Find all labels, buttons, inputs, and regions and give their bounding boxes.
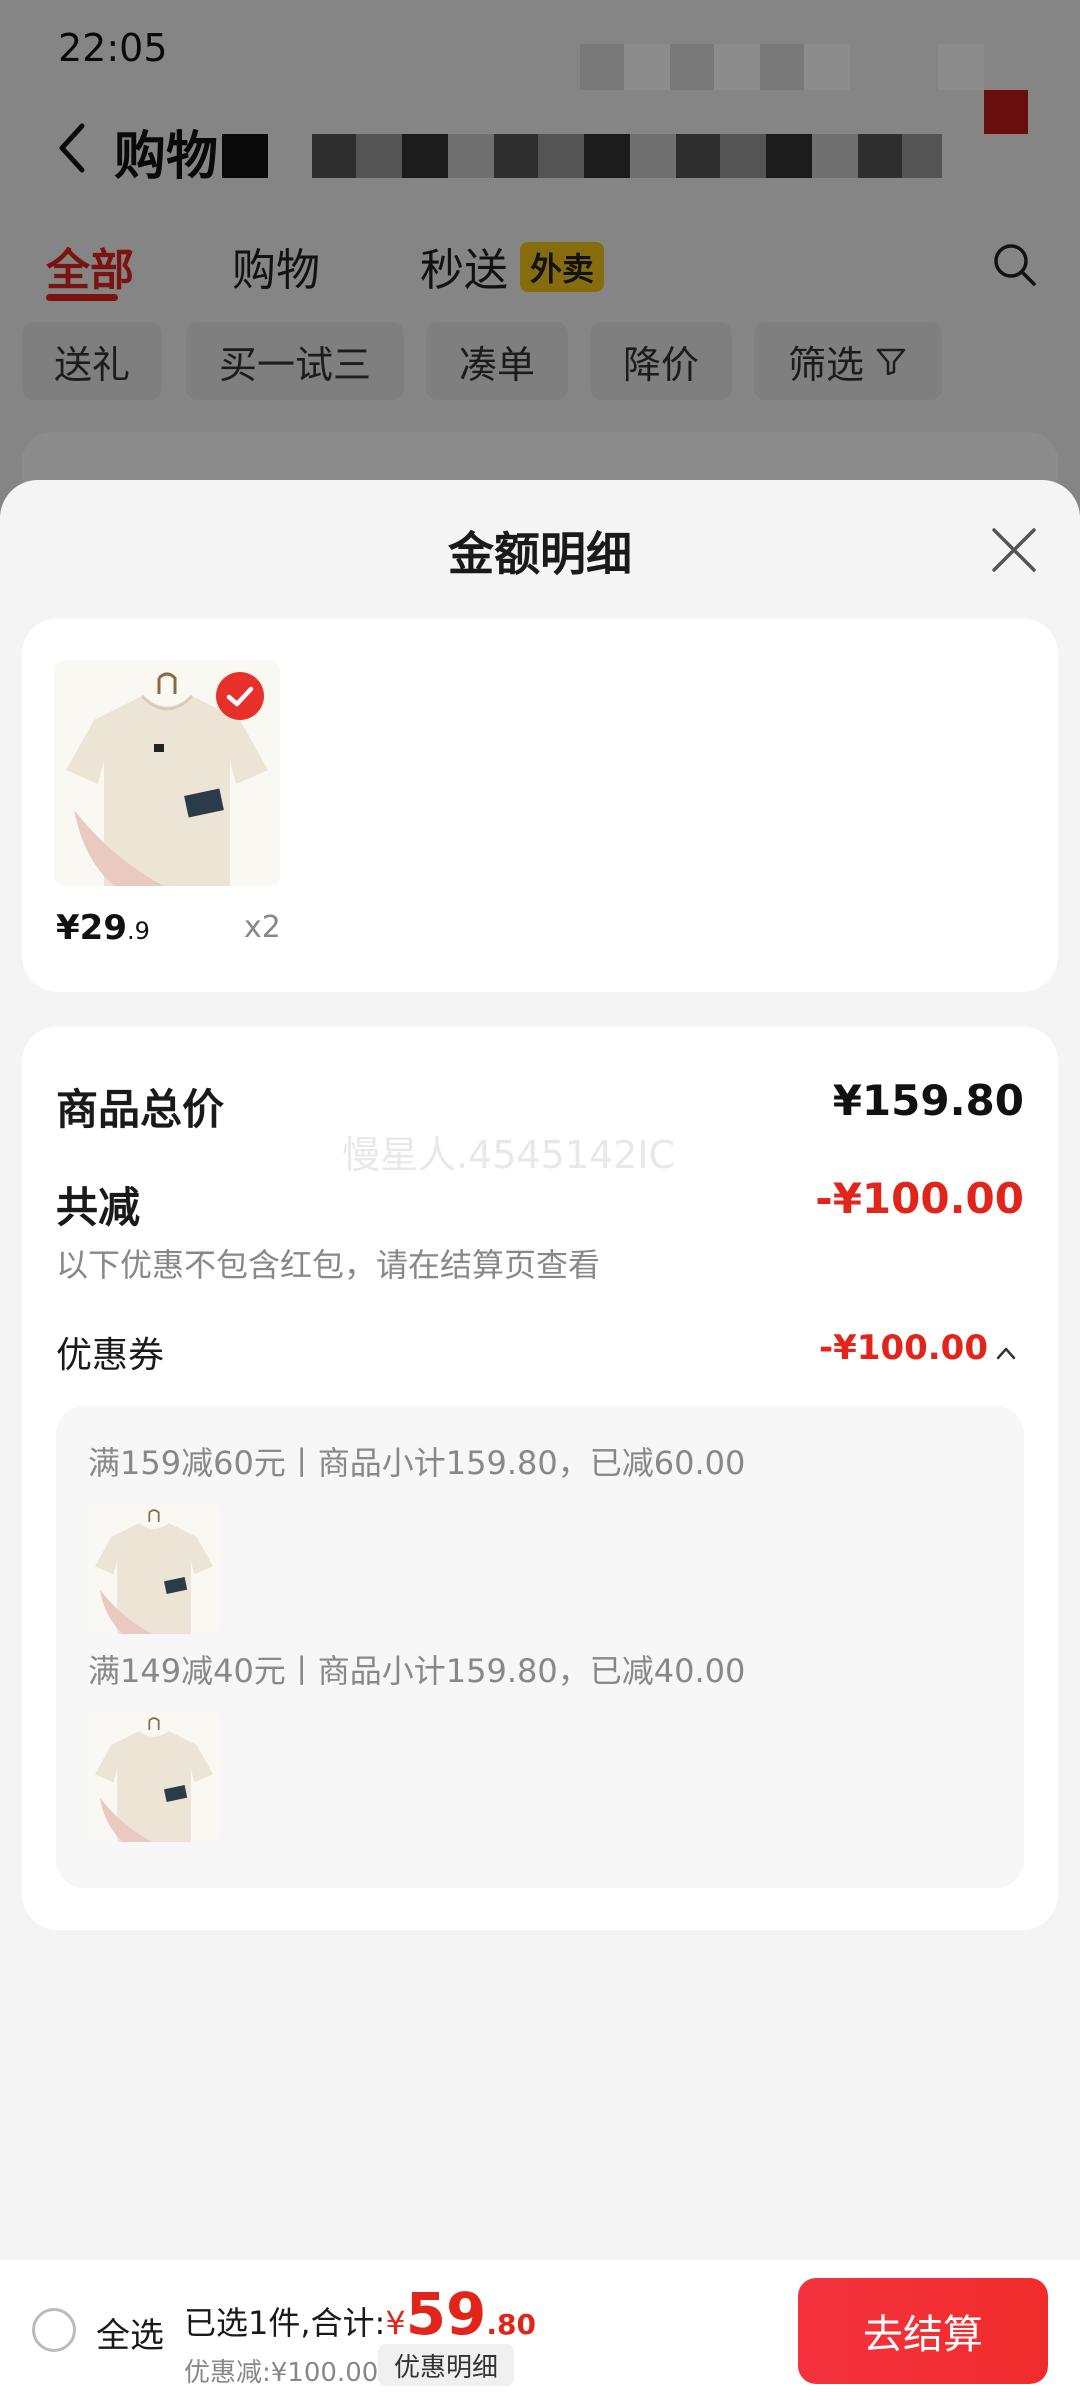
- coupon-product-thumb: [88, 1502, 220, 1634]
- total-yen: ¥: [385, 2304, 406, 2342]
- discount-detail-label: 优惠明细: [394, 2352, 499, 2383]
- coupon-label: 优惠券: [56, 1335, 165, 1376]
- total-value: ¥159.80: [832, 1076, 1024, 1125]
- coupon-line: 满149减40元丨商品小计159.80，已减40.00: [88, 1652, 746, 1690]
- watermark: 慢星人.4545142IC: [342, 1133, 676, 1177]
- coupon-product-thumb: [88, 1710, 220, 1842]
- reduce-label: 共减: [56, 1183, 141, 1232]
- coupon-line: 满159减60元丨商品小计159.80，已减60.00: [88, 1444, 746, 1482]
- price-dec: .9: [126, 917, 150, 945]
- total-label: 商品总价: [56, 1085, 225, 1134]
- tshirt-image: [88, 1710, 220, 1842]
- total-dec: .80: [486, 2308, 537, 2341]
- amount-detail-sheet: 金额明细 ¥29.9 x2 商品总价 ¥159.80 慢星人.4545142IC: [0, 480, 1080, 2260]
- discount-note: 以下优惠不包含红包，请在结算页查看: [56, 1246, 601, 1284]
- select-all-radio[interactable]: [32, 2308, 76, 2352]
- chevron-up-icon[interactable]: [994, 1344, 1018, 1362]
- checkout-button[interactable]: 去结算: [798, 2278, 1048, 2384]
- tshirt-image: [88, 1502, 220, 1634]
- dim-overlay[interactable]: [0, 0, 1080, 520]
- sheet-title: 金额明细: [448, 527, 632, 581]
- product-card: ¥29.9 x2: [22, 618, 1058, 992]
- selected-text: 已选1件,合计:: [184, 2304, 386, 2342]
- coupon-detail-box: 满159减60元丨商品小计159.80，已减60.00 满149减40元丨商品小…: [56, 1406, 1024, 1888]
- total-int: 59: [405, 2280, 487, 2348]
- total-line: 已选1件,合计:¥59.80: [184, 2280, 536, 2348]
- checkout-label: 去结算: [863, 2312, 983, 2358]
- price-summary-card: 商品总价 ¥159.80 慢星人.4545142IC 共减 -¥100.00 以…: [22, 1026, 1058, 1930]
- product-price: ¥29.9: [56, 908, 150, 948]
- discount-text: 优惠减:¥100.00: [184, 2358, 379, 2388]
- selected-check-icon[interactable]: [216, 672, 264, 720]
- coupon-value[interactable]: -¥100.00: [819, 1328, 988, 1368]
- price-int: ¥29: [56, 908, 127, 948]
- background-app: 22:05 购物 全部 购物 秒送 外卖 送礼 买一试三 凑单 降价 筛选: [0, 0, 1080, 632]
- select-all-label[interactable]: 全选: [96, 2308, 164, 2357]
- product-quantity: x2: [244, 910, 281, 945]
- close-icon[interactable]: [984, 520, 1044, 580]
- discount-detail-button[interactable]: 优惠明细: [378, 2344, 515, 2386]
- reduce-value: -¥100.00: [815, 1174, 1024, 1223]
- checkout-bar: 全选 已选1件,合计:¥59.80 优惠减:¥100.00 优惠明细 去结算: [0, 2260, 1080, 2400]
